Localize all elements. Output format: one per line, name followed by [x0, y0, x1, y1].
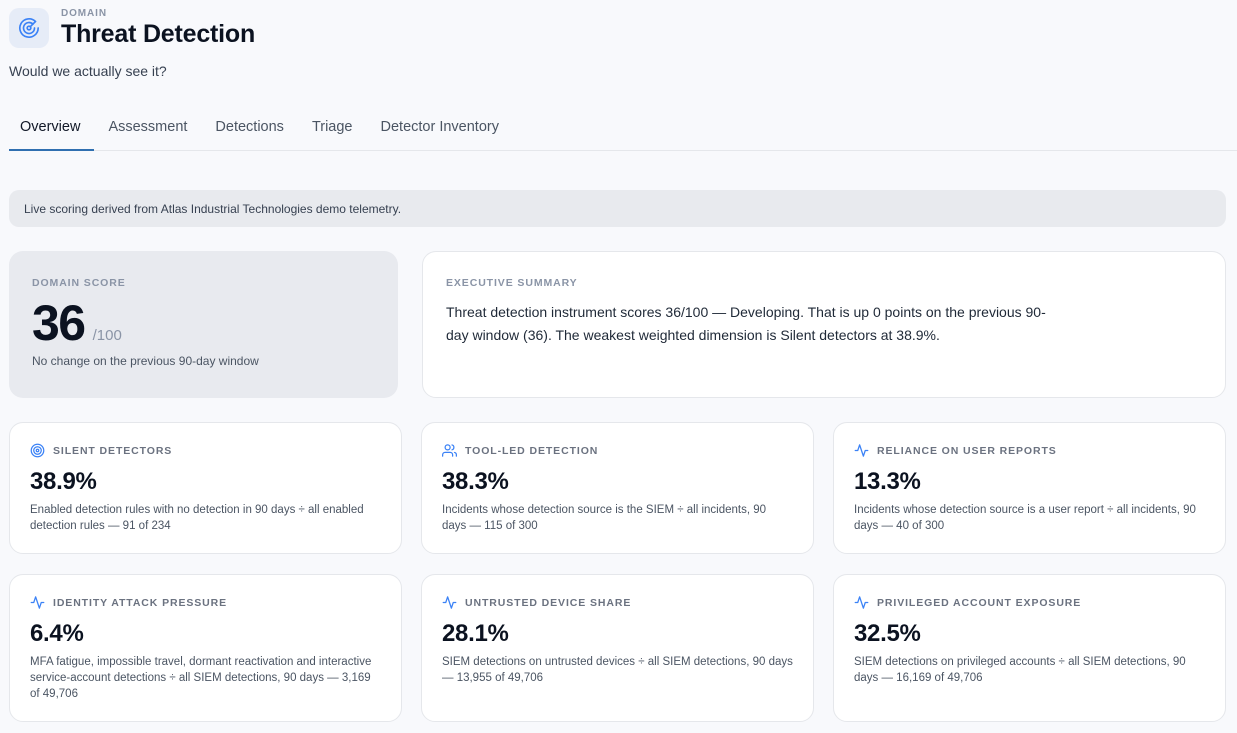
- metric-card-reliance-on-user-reports: RELIANCE ON USER REPORTS 13.3% Incidents…: [833, 422, 1226, 554]
- domain-score-card: DOMAIN SCORE 36 /100 No change on the pr…: [9, 251, 398, 398]
- page-title: Threat Detection: [61, 20, 256, 48]
- metric-card-privileged-account-exposure: PRIVILEGED ACCOUNT EXPOSURE 32.5% SIEM d…: [833, 574, 1226, 722]
- activity-icon: [30, 596, 45, 609]
- domain-eyebrow: DOMAIN: [61, 8, 107, 19]
- metric-value: 6.4%: [30, 620, 84, 647]
- users-icon: [442, 444, 457, 457]
- score-change-note: No change on the previous 90-day window: [32, 354, 259, 368]
- page-subtitle: Would we actually see it?: [9, 63, 167, 79]
- tab-triage[interactable]: Triage: [301, 109, 367, 151]
- metric-value: 38.3%: [442, 468, 509, 495]
- score-value: 36: [32, 295, 86, 351]
- metric-value: 38.9%: [30, 468, 97, 495]
- metric-description: Incidents whose detection source is the …: [442, 504, 767, 532]
- metric-label: PRIVILEGED ACCOUNT EXPOSURE: [877, 596, 1082, 609]
- tab-detector-inventory[interactable]: Detector Inventory: [370, 109, 513, 151]
- metric-label: UNTRUSTED DEVICE SHARE: [465, 596, 632, 609]
- metric-card-silent-detectors: SILENT DETECTORS 38.9% Enabled detection…: [9, 422, 402, 554]
- metric-label: SILENT DETECTORS: [53, 444, 173, 457]
- summary-eyebrow: EXECUTIVE SUMMARY: [446, 277, 578, 289]
- activity-icon: [442, 596, 457, 609]
- metric-value: 13.3%: [854, 468, 921, 495]
- metric-description: Enabled detection rules with no detectio…: [30, 504, 364, 532]
- metric-description: Incidents whose detection source is a us…: [854, 504, 1196, 532]
- metric-card-tool-led-detection: TOOL-LED DETECTION 38.3% Incidents whose…: [421, 422, 814, 554]
- metric-card-identity-attack-pressure: IDENTITY ATTACK PRESSURE 6.4% MFA fatigu…: [9, 574, 402, 722]
- metric-card-untrusted-device-share: UNTRUSTED DEVICE SHARE 28.1% SIEM detect…: [421, 574, 814, 722]
- metric-description: SIEM detections on privileged accounts ÷…: [854, 656, 1186, 684]
- metric-label: TOOL-LED DETECTION: [465, 444, 599, 457]
- metric-value: 32.5%: [854, 620, 921, 647]
- radar-target-icon: [9, 8, 49, 48]
- metric-label: RELIANCE ON USER REPORTS: [877, 444, 1057, 457]
- executive-summary-card: EXECUTIVE SUMMARY Threat detection instr…: [422, 251, 1226, 398]
- tab-detections[interactable]: Detections: [204, 109, 298, 151]
- metric-description: SIEM detections on untrusted devices ÷ a…: [442, 656, 793, 684]
- activity-icon: [854, 444, 869, 457]
- summary-text: Threat detection instrument scores 36/10…: [446, 304, 1046, 343]
- domain-header: [9, 8, 49, 48]
- metric-label: IDENTITY ATTACK PRESSURE: [53, 596, 228, 609]
- metric-description: MFA fatigue, impossible travel, dormant …: [30, 656, 372, 700]
- activity-icon: [854, 596, 869, 609]
- metric-value: 28.1%: [442, 620, 509, 647]
- tab-bar: Overview Assessment Detections Triage De…: [9, 109, 1237, 151]
- tab-assessment[interactable]: Assessment: [97, 109, 201, 151]
- score-eyebrow: DOMAIN SCORE: [32, 277, 126, 289]
- target-icon: [30, 443, 45, 458]
- telemetry-banner: Live scoring derived from Atlas Industri…: [9, 190, 1226, 227]
- tab-overview[interactable]: Overview: [9, 109, 95, 151]
- score-denominator: /100: [92, 327, 122, 344]
